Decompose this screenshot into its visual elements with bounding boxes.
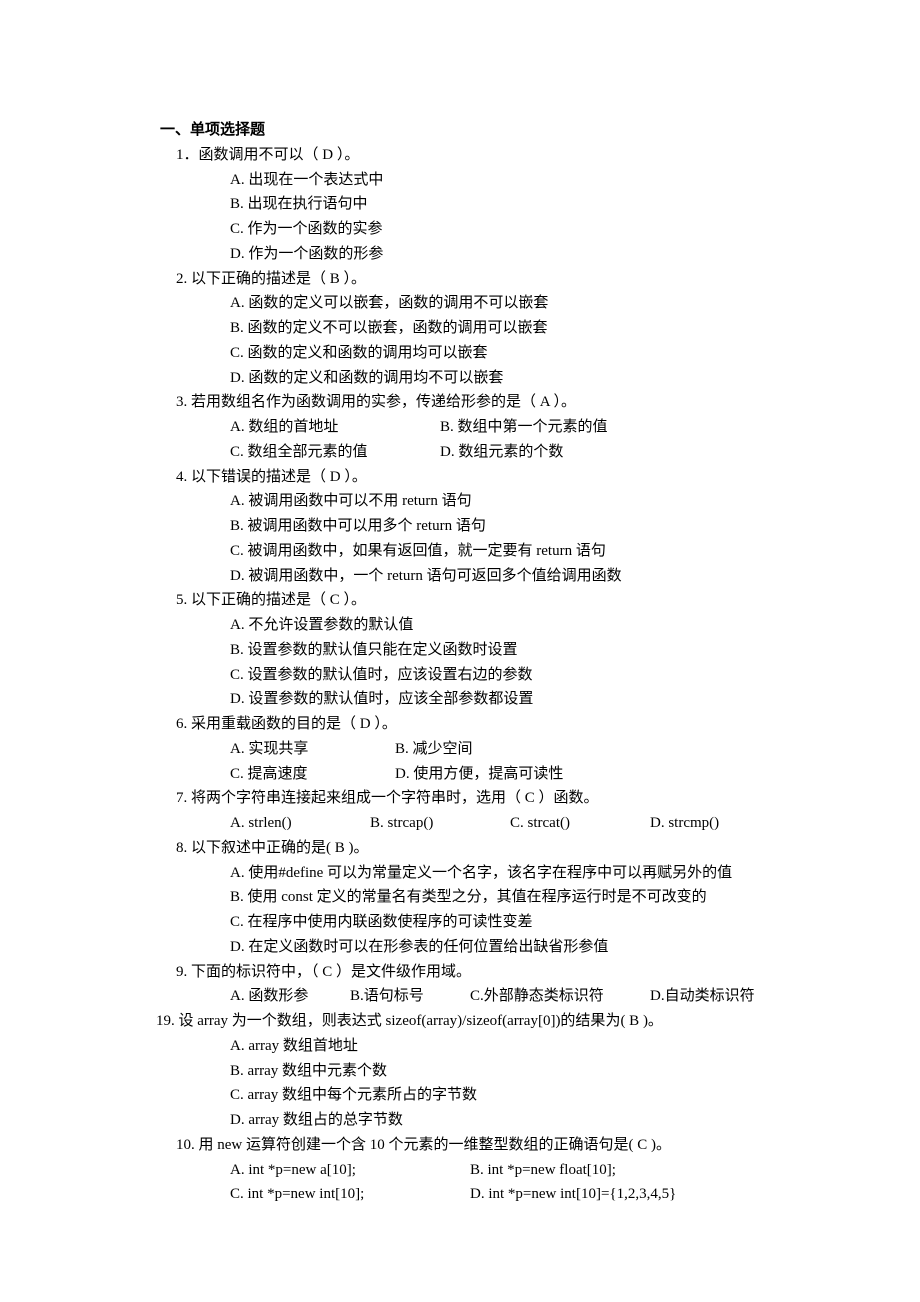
q8-opt-d: D. 在定义函数时可以在形参表的任何位置给出缺省形参值 bbox=[230, 935, 840, 960]
q9-opt-a: A. 函数形参 bbox=[230, 984, 350, 1009]
q3-stem: 3. 若用数组名作为函数调用的实参，传递给形参的是（ A ）。 bbox=[176, 390, 840, 415]
q3-opt-c: C. 数组全部元素的值 bbox=[230, 440, 440, 465]
q7-opt-b: B. strcap() bbox=[370, 811, 510, 836]
q1-opt-b: B. 出现在执行语句中 bbox=[230, 192, 840, 217]
q5-opt-c: C. 设置参数的默认值时，应该设置右边的参数 bbox=[230, 663, 840, 688]
q5-opt-a: A. 不允许设置参数的默认值 bbox=[230, 613, 840, 638]
q10-stem: 10. 用 new 运算符创建一个含 10 个元素的一维整型数组的正确语句是( … bbox=[176, 1133, 840, 1158]
q7-stem: 7. 将两个字符串连接起来组成一个字符串时，选用（ C ）函数。 bbox=[176, 786, 840, 811]
q10-opt-a: A. int *p=new a[10]; bbox=[230, 1158, 470, 1183]
q3-opt-b: B. 数组中第一个元素的值 bbox=[440, 415, 608, 440]
q3-opt-d: D. 数组元素的个数 bbox=[440, 440, 563, 465]
q4-stem: 4. 以下错误的描述是（ D ）。 bbox=[176, 465, 840, 490]
q5-stem: 5. 以下正确的描述是（ C ）。 bbox=[176, 588, 840, 613]
q10-opt-c: C. int *p=new int[10]; bbox=[230, 1182, 470, 1207]
q2-opt-d: D. 函数的定义和函数的调用均不可以嵌套 bbox=[230, 366, 840, 391]
q3-opt-a: A. 数组的首地址 bbox=[230, 415, 440, 440]
q7-opt-c: C. strcat() bbox=[510, 811, 650, 836]
q2-opt-b: B. 函数的定义不可以嵌套，函数的调用可以嵌套 bbox=[230, 316, 840, 341]
q1-opt-d: D. 作为一个函数的形参 bbox=[230, 242, 840, 267]
q19-opt-a: A. array 数组首地址 bbox=[230, 1034, 840, 1059]
q19-opt-c: C. array 数组中每个元素所占的字节数 bbox=[230, 1083, 840, 1108]
q7-opt-a: A. strlen() bbox=[230, 811, 370, 836]
q19-opt-b: B. array 数组中元素个数 bbox=[230, 1059, 840, 1084]
q9-opt-d: D.自动类标识符 bbox=[650, 984, 755, 1009]
q1-stem: 1．函数调用不可以（ D ）。 bbox=[176, 143, 840, 168]
q8-opt-c: C. 在程序中使用内联函数使程序的可读性变差 bbox=[230, 910, 840, 935]
q5-opt-b: B. 设置参数的默认值只能在定义函数时设置 bbox=[230, 638, 840, 663]
q2-opt-a: A. 函数的定义可以嵌套，函数的调用不可以嵌套 bbox=[230, 291, 840, 316]
q6-stem: 6. 采用重载函数的目的是（ D ）。 bbox=[176, 712, 840, 737]
q4-opt-c: C. 被调用函数中，如果有返回值，就一定要有 return 语句 bbox=[230, 539, 840, 564]
q8-opt-b: B. 使用 const 定义的常量名有类型之分，其值在程序运行时是不可改变的 bbox=[230, 885, 840, 910]
q6-opt-a: A. 实现共享 bbox=[230, 737, 395, 762]
q19-stem: 19. 设 array 为一个数组，则表达式 sizeof(array)/siz… bbox=[156, 1009, 840, 1034]
q4-opt-d: D. 被调用函数中，一个 return 语句可返回多个值给调用函数 bbox=[230, 564, 840, 589]
q6-opt-c: C. 提高速度 bbox=[230, 762, 395, 787]
q10-opt-d: D. int *p=new int[10]={1,2,3,4,5} bbox=[470, 1182, 676, 1207]
q9-stem: 9. 下面的标识符中，（ C ）是文件级作用域。 bbox=[176, 960, 840, 985]
q8-opt-a: A. 使用#define 可以为常量定义一个名字，该名字在程序中可以再赋另外的值 bbox=[230, 861, 840, 886]
q19-opt-d: D. array 数组占的总字节数 bbox=[230, 1108, 840, 1133]
q2-opt-c: C. 函数的定义和函数的调用均可以嵌套 bbox=[230, 341, 840, 366]
q5-opt-d: D. 设置参数的默认值时，应该全部参数都设置 bbox=[230, 687, 840, 712]
q8-stem: 8. 以下叙述中正确的是( B )。 bbox=[176, 836, 840, 861]
section-heading: 一、单项选择题 bbox=[160, 118, 840, 143]
q1-opt-a: A. 出现在一个表达式中 bbox=[230, 168, 840, 193]
q7-opt-d: D. strcmp() bbox=[650, 811, 790, 836]
q9-opt-b: B.语句标号 bbox=[350, 984, 470, 1009]
q4-opt-a: A. 被调用函数中可以不用 return 语句 bbox=[230, 489, 840, 514]
q10-opt-b: B. int *p=new float[10]; bbox=[470, 1158, 616, 1183]
q1-opt-c: C. 作为一个函数的实参 bbox=[230, 217, 840, 242]
q9-opt-c: C.外部静态类标识符 bbox=[470, 984, 650, 1009]
q6-opt-d: D. 使用方便，提高可读性 bbox=[395, 762, 563, 787]
q6-opt-b: B. 减少空间 bbox=[395, 737, 473, 762]
q4-opt-b: B. 被调用函数中可以用多个 return 语句 bbox=[230, 514, 840, 539]
q2-stem: 2. 以下正确的描述是（ B ）。 bbox=[176, 267, 840, 292]
